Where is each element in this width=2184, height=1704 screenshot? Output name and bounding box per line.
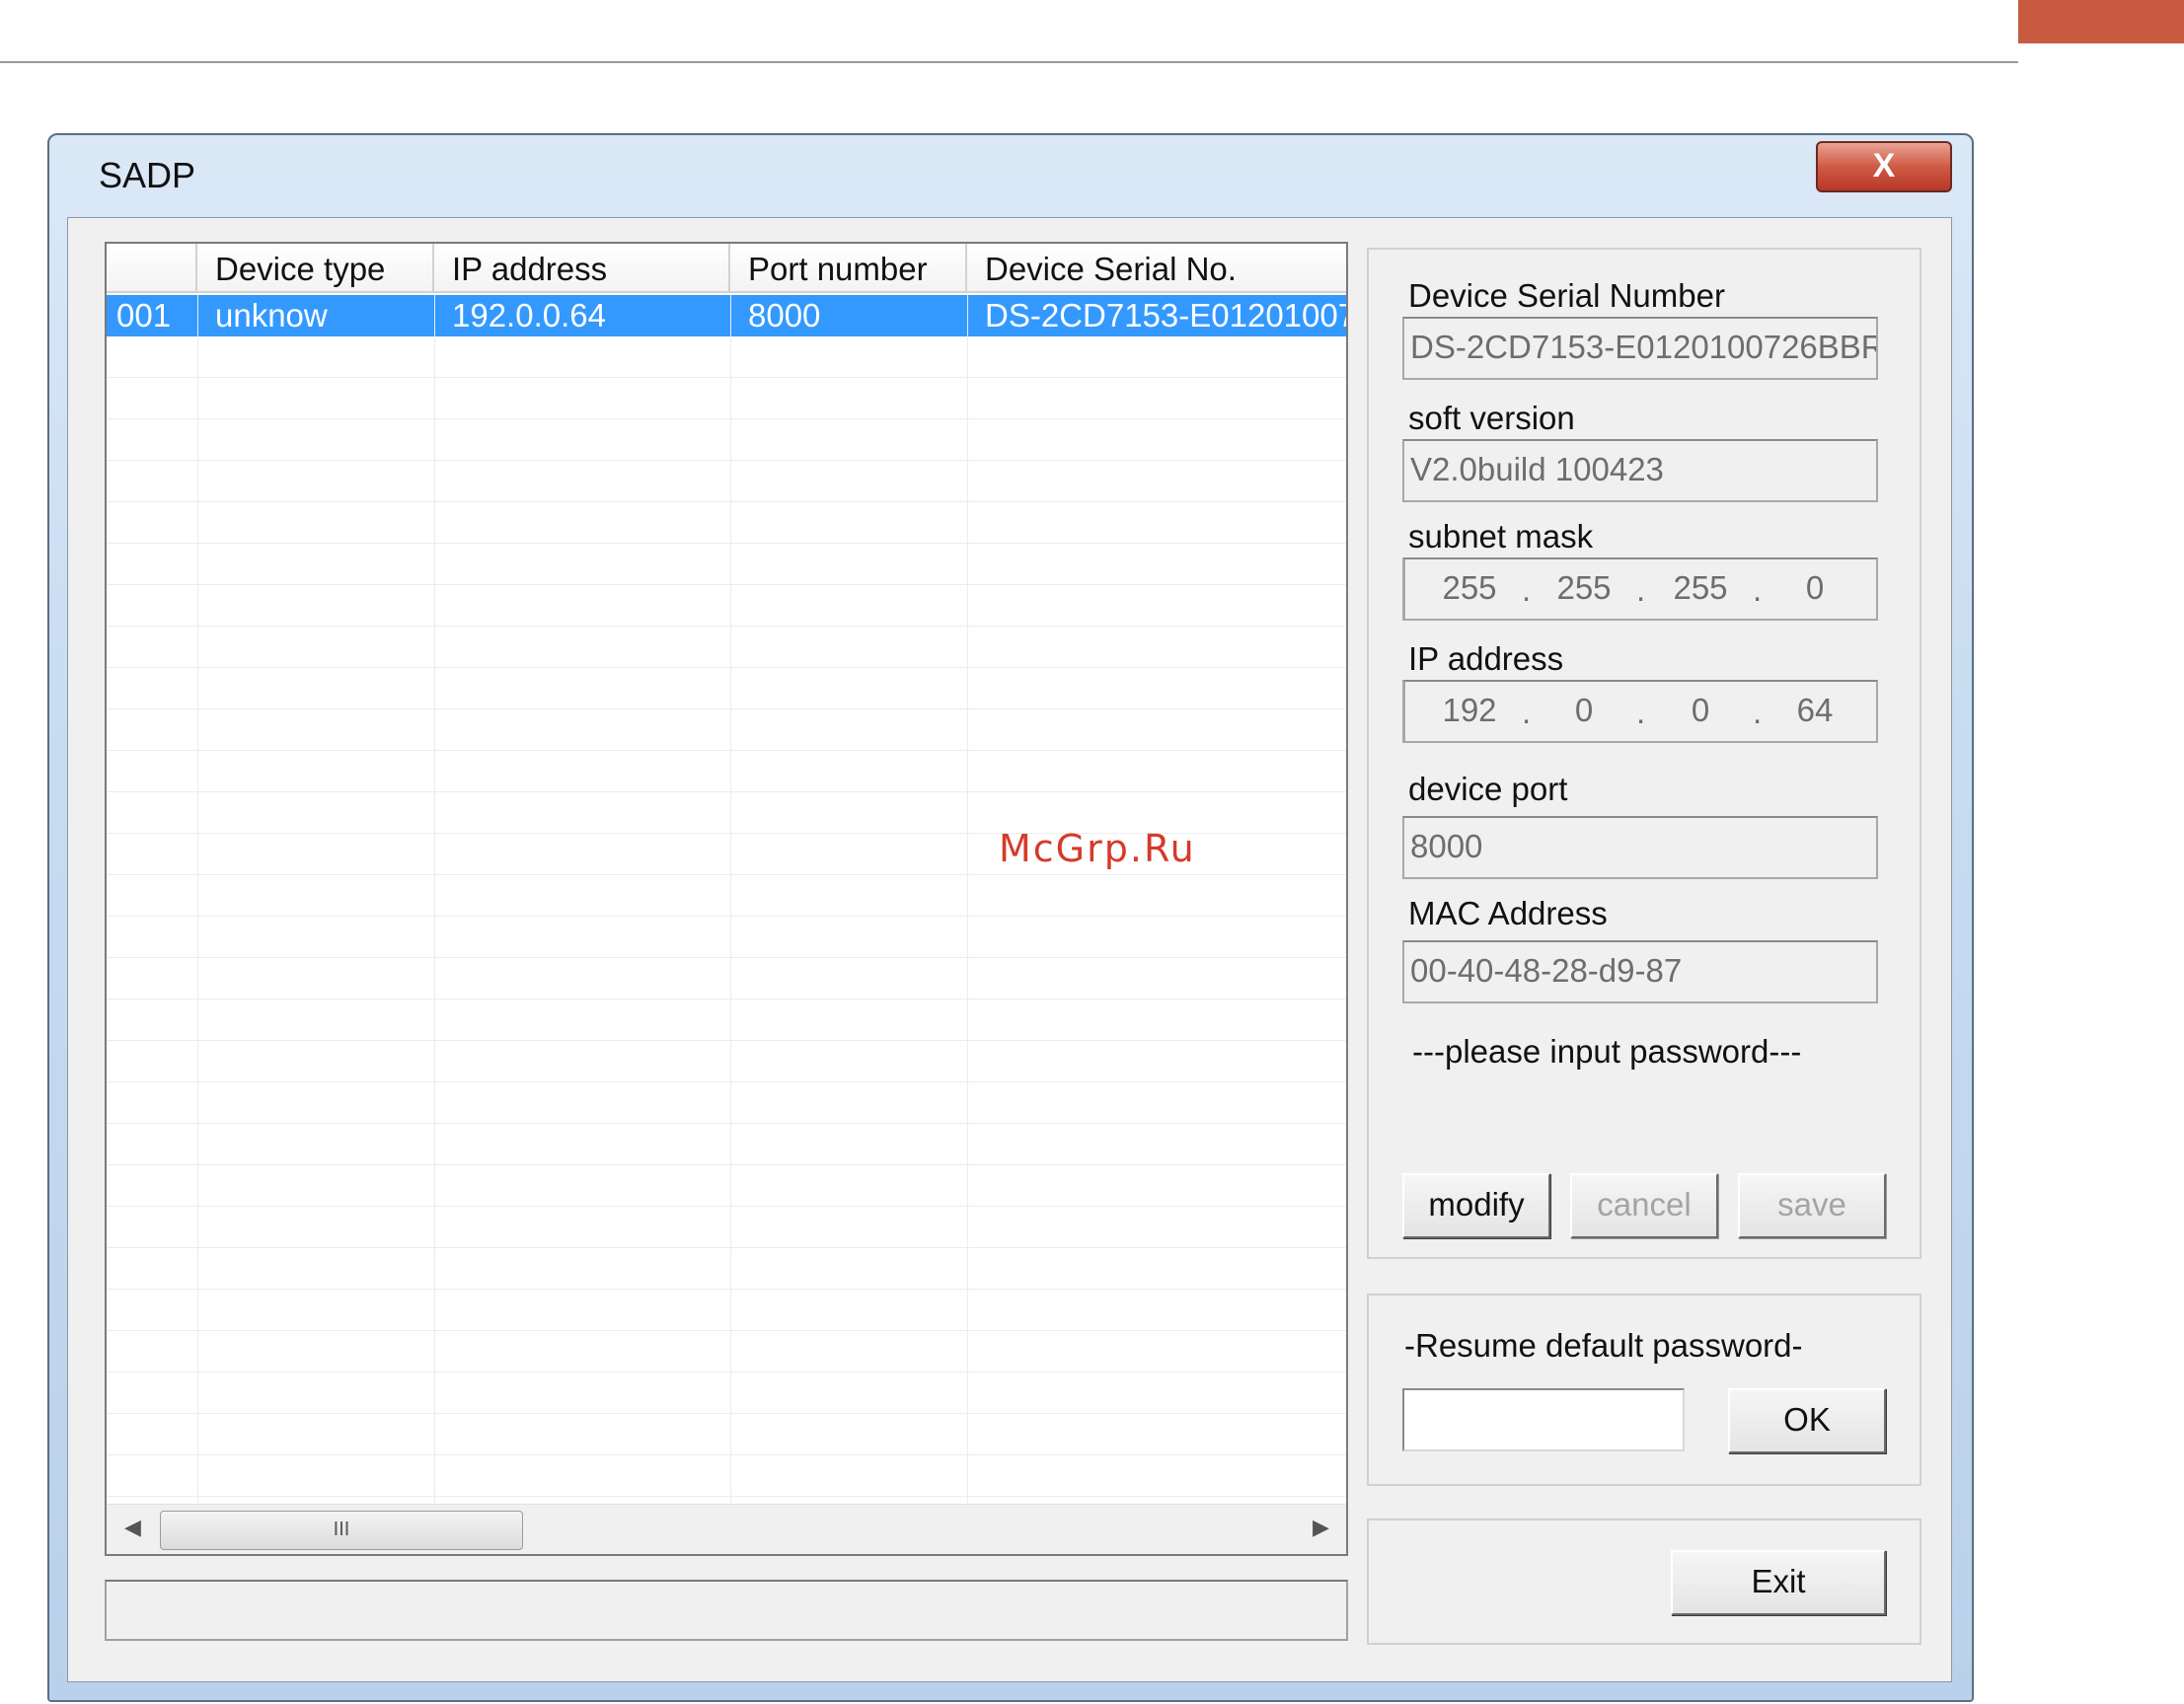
- octet-separator: .: [1753, 571, 1763, 608]
- window-title: SADP: [99, 155, 196, 195]
- device-info-group: Device Serial Number DS-2CD7153-E0120100…: [1367, 248, 1921, 1259]
- octet-separator: .: [1753, 694, 1763, 730]
- octet-separator: .: [1522, 571, 1532, 608]
- empty-list-row: [107, 751, 1346, 792]
- row-device-type: unknow: [215, 297, 328, 333]
- empty-list-row: [107, 1041, 1346, 1082]
- empty-list-row: [107, 419, 1346, 461]
- column-divider: [730, 295, 731, 1504]
- resume-password-input[interactable]: [1402, 1388, 1685, 1451]
- scroll-right-icon[interactable]: ▶: [1313, 1515, 1329, 1540]
- mask-octet-4: 0: [1805, 569, 1825, 606]
- empty-list-row: [107, 1248, 1346, 1290]
- column-header-ip-address[interactable]: IP address: [434, 244, 730, 293]
- modify-button[interactable]: modify: [1402, 1173, 1550, 1238]
- mask-octet-2: 255: [1556, 569, 1612, 606]
- column-divider: [967, 295, 968, 1504]
- watermark: McGrp.Ru: [999, 827, 1196, 870]
- save-button[interactable]: save: [1738, 1173, 1886, 1238]
- ip-address-field[interactable]: 192 . 0 . 0 . 64: [1402, 680, 1878, 743]
- column-header-device-type[interactable]: Device type: [197, 244, 434, 293]
- empty-list-row: [107, 1000, 1346, 1041]
- row-ip-address: 192.0.0.64: [452, 297, 606, 333]
- empty-list-row: [107, 585, 1346, 627]
- row-index: 001: [116, 297, 172, 333]
- status-bar: [105, 1580, 1348, 1641]
- scroll-thumb[interactable]: III: [160, 1511, 523, 1550]
- empty-list-row: [107, 336, 1346, 378]
- ip-octet-4: 64: [1796, 692, 1834, 728]
- empty-list-row: [107, 917, 1346, 958]
- exit-button[interactable]: Exit: [1671, 1550, 1886, 1615]
- scroll-left-icon[interactable]: ◀: [124, 1515, 141, 1540]
- octet-separator: .: [1636, 694, 1646, 730]
- empty-list-row: [107, 1124, 1346, 1165]
- octet-separator: .: [1522, 694, 1532, 730]
- empty-list-row: [107, 875, 1346, 917]
- list-header: Device type IP address Port number Devic…: [107, 244, 1346, 295]
- column-divider: [434, 295, 435, 1504]
- page-divider: [0, 61, 2018, 63]
- soft-version-label: soft version: [1408, 400, 1575, 436]
- ok-button[interactable]: OK: [1728, 1388, 1886, 1453]
- empty-list-row: [107, 1455, 1346, 1497]
- table-row[interactable]: 001 unknow 192.0.0.64 8000 DS-2CD7153-E0…: [107, 295, 1346, 336]
- empty-list-row: [107, 544, 1346, 585]
- empty-list-row: [107, 1207, 1346, 1248]
- soft-version-field: V2.0build 100423: [1402, 439, 1878, 502]
- column-header-serial-no[interactable]: Device Serial No.: [967, 244, 1346, 293]
- ip-octet-1: 192: [1442, 692, 1497, 728]
- empty-list-row: [107, 1331, 1346, 1372]
- password-prompt: ---please input password---: [1412, 1033, 1802, 1070]
- grip-icon: III: [333, 1519, 350, 1540]
- row-port-number: 8000: [748, 297, 821, 333]
- list-rows: 001 unknow 192.0.0.64 8000 DS-2CD7153-E0…: [107, 295, 1346, 1504]
- row-serial-no: DS-2CD7153-E01201007: [985, 297, 1346, 333]
- resume-password-group: -Resume default password- OK: [1367, 1294, 1921, 1486]
- column-divider: [197, 295, 198, 1504]
- serial-number-label: Device Serial Number: [1408, 277, 1725, 314]
- empty-list-row: [107, 958, 1346, 1000]
- empty-list-row: [107, 1372, 1346, 1414]
- column-header-port-number[interactable]: Port number: [730, 244, 967, 293]
- close-button[interactable]: X: [1816, 141, 1952, 192]
- resume-password-label: -Resume default password-: [1404, 1327, 1803, 1364]
- horizontal-scrollbar[interactable]: ◀ III ▶: [107, 1504, 1346, 1554]
- empty-list-row: [107, 627, 1346, 668]
- ip-address-label: IP address: [1408, 640, 1564, 677]
- ip-octet-3: 0: [1691, 692, 1710, 728]
- ip-octet-2: 0: [1574, 692, 1594, 728]
- octet-separator: .: [1636, 571, 1646, 608]
- device-port-field[interactable]: 8000: [1402, 816, 1878, 879]
- empty-list-row: [107, 461, 1346, 502]
- column-header-index[interactable]: [107, 244, 197, 293]
- sadp-window: SADP X Device type IP address Port numbe…: [47, 133, 1974, 1702]
- serial-number-field: DS-2CD7153-E0120100726BBR: [1402, 317, 1878, 380]
- empty-list-row: [107, 1290, 1346, 1331]
- empty-list-row: [107, 378, 1346, 419]
- subnet-mask-field[interactable]: 255 . 255 . 255 . 0: [1402, 557, 1878, 621]
- window-client-area: Device type IP address Port number Devic…: [67, 217, 1952, 1682]
- subnet-mask-label: subnet mask: [1408, 518, 1594, 555]
- page-corner-tab: [2018, 0, 2184, 43]
- empty-list-row: [107, 1082, 1346, 1124]
- mac-address-field: 00-40-48-28-d9-87: [1402, 940, 1878, 1003]
- empty-list-row: [107, 1165, 1346, 1207]
- empty-list-row: [107, 709, 1346, 751]
- mask-octet-1: 255: [1442, 569, 1497, 606]
- empty-list-row: [107, 668, 1346, 709]
- device-list[interactable]: Device type IP address Port number Devic…: [105, 242, 1348, 1556]
- mac-address-label: MAC Address: [1408, 895, 1608, 931]
- device-port-label: device port: [1408, 771, 1568, 807]
- exit-group: Exit: [1367, 1519, 1921, 1645]
- cancel-button[interactable]: cancel: [1570, 1173, 1718, 1238]
- empty-list-row: [107, 502, 1346, 544]
- mask-octet-3: 255: [1673, 569, 1728, 606]
- empty-list-row: [107, 1414, 1346, 1455]
- close-icon: X: [1872, 147, 1896, 185]
